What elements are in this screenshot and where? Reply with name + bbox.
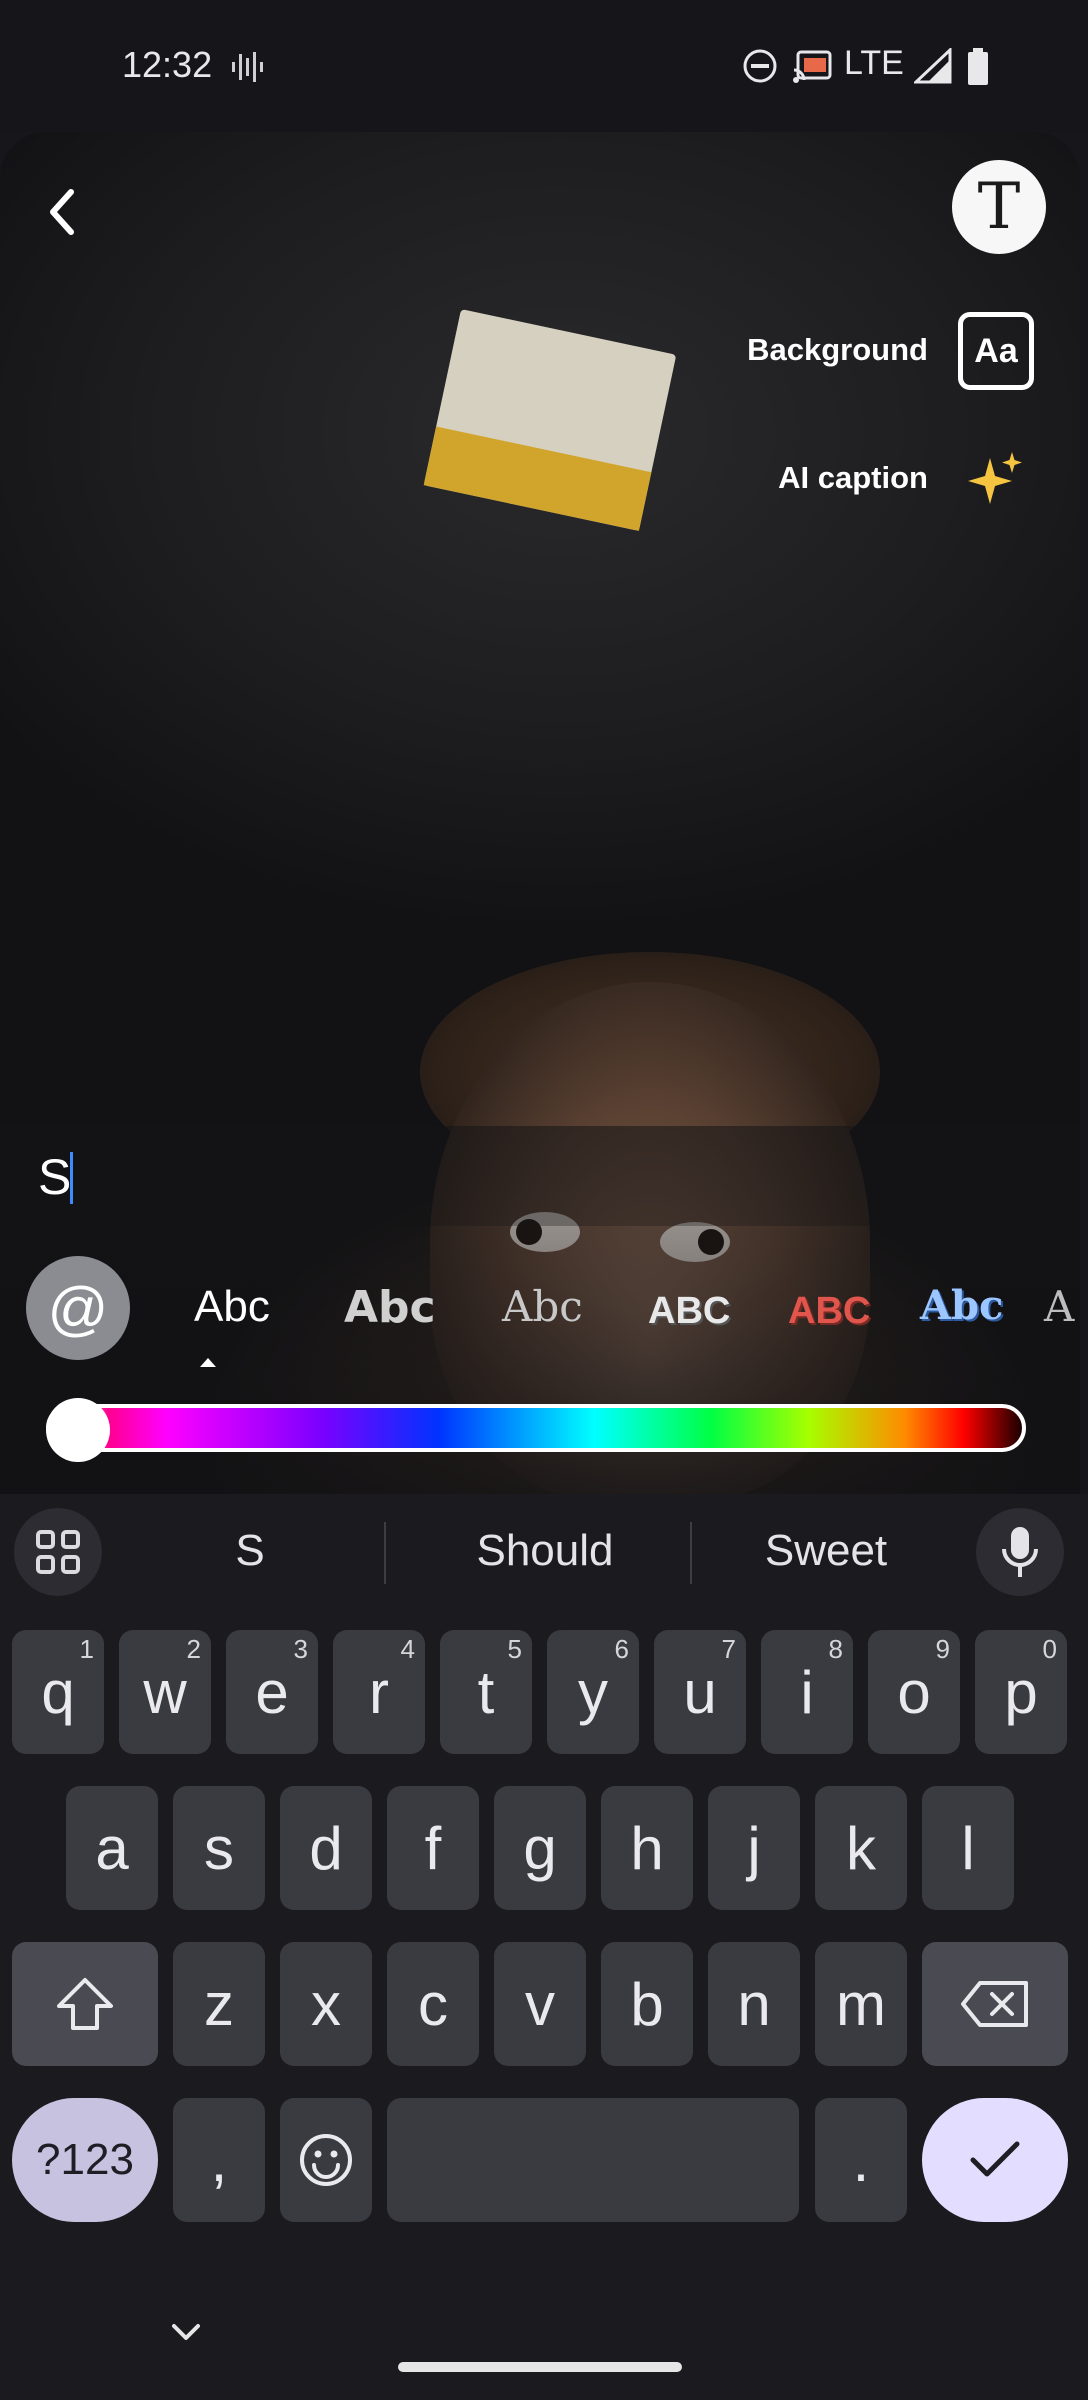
key-hint: 5 [507,1634,522,1664]
key-label: p [1004,1658,1038,1726]
key-hint: 8 [828,1634,843,1664]
comma-key[interactable]: , [173,2098,265,2222]
period-key[interactable]: . [815,2098,907,2222]
voice-waveform-icon [232,52,263,82]
key-d[interactable]: d [280,1786,372,1910]
color-slider-thumb[interactable] [46,1398,110,1462]
key-g[interactable]: g [494,1786,586,1910]
key-i[interactable]: i8 [761,1630,853,1754]
mention-button[interactable]: @ [26,1256,130,1360]
background-button[interactable]: Aa [958,312,1034,390]
status-time: 12:32 [122,44,213,85]
key-label: w [143,1658,187,1726]
font-option-classic[interactable]: Abc [194,1282,270,1332]
key-label: e [255,1658,289,1726]
key-label: r [369,1658,389,1726]
key-v[interactable]: v [494,1942,586,2066]
emoji-key[interactable] [280,2098,372,2222]
key-w[interactable]: w2 [119,1630,211,1754]
key-j[interactable]: j [708,1786,800,1910]
battery-icon [968,48,988,85]
key-l[interactable]: l [922,1786,1014,1910]
network-type: LTE [844,44,904,82]
hide-keyboard-icon[interactable] [170,2322,202,2344]
checkmark-icon [970,2141,1020,2177]
suggestion-divider [384,1522,386,1584]
sparkles-icon[interactable] [966,450,1026,510]
text-t-icon: T [977,170,1021,244]
suggestion-3[interactable]: Sweet [706,1526,946,1576]
font-option-outline[interactable]: ABC [648,1290,730,1333]
key-label: y [578,1658,608,1726]
do-not-disturb-icon [743,49,777,83]
key-hint: 6 [614,1634,629,1664]
key-label: u [683,1658,717,1726]
signal-icon [914,48,952,84]
key-a[interactable]: a [66,1786,158,1910]
key-hint: 0 [1042,1634,1057,1664]
key-hint: 7 [721,1634,736,1664]
chevron-left-icon [50,189,74,235]
key-hint: 2 [186,1634,201,1664]
key-f[interactable]: f [387,1786,479,1910]
enter-key[interactable] [922,2098,1068,2222]
shift-arrow-icon [57,1978,113,2030]
key-r[interactable]: r4 [333,1630,425,1754]
key-b[interactable]: b [601,1942,693,2066]
key-k[interactable]: k [815,1786,907,1910]
key-e[interactable]: e3 [226,1630,318,1754]
ai-caption-label[interactable]: AI caption [778,460,928,496]
microphone-icon [1002,1527,1038,1577]
key-m[interactable]: m [815,1942,907,2066]
key-c[interactable]: c [387,1942,479,2066]
key-s[interactable]: s [173,1786,265,1910]
key-hint: 4 [400,1634,415,1664]
space-key[interactable] [387,2098,799,2222]
key-o[interactable]: o9 [868,1630,960,1754]
text-style-button[interactable]: T [952,160,1046,254]
key-label: o [897,1658,931,1726]
key-hint: 1 [79,1634,94,1664]
key-t[interactable]: t5 [440,1630,532,1754]
suggestion-1[interactable]: S [180,1526,320,1576]
font-option-bold[interactable]: Abc [344,1282,436,1333]
key-hint: 9 [935,1634,950,1664]
back-button[interactable] [30,170,94,254]
caption-input[interactable]: S [38,1148,71,1206]
backspace-icon [961,1981,1028,2027]
key-q[interactable]: q1 [12,1630,104,1754]
home-gesture-bar[interactable] [398,2362,682,2372]
caption-input-bar[interactable] [0,1126,1080,1226]
font-option-more[interactable]: A [1044,1282,1074,1331]
key-u[interactable]: u7 [654,1630,746,1754]
emoji-icon [300,2134,352,2186]
font-option-gothic[interactable]: Abc [920,1282,1003,1329]
font-option-serif[interactable]: Abc [502,1282,583,1331]
key-y[interactable]: y6 [547,1630,639,1754]
key-label: t [477,1658,495,1726]
keyboard-menu-button[interactable] [14,1508,102,1596]
text-caret [70,1152,73,1204]
font-option-neon[interactable]: ABC [788,1290,870,1333]
shift-key[interactable] [12,1942,158,2066]
key-p[interactable]: p0 [975,1630,1067,1754]
key-label: i [800,1658,814,1726]
font-style-bar [0,1226,1080,1494]
voice-input-button[interactable] [976,1508,1064,1596]
color-slider[interactable] [46,1404,1026,1452]
backspace-key[interactable] [922,1942,1068,2066]
key-z[interactable]: z [173,1942,265,2066]
key-n[interactable]: n [708,1942,800,2066]
cast-icon [793,50,832,83]
background-label[interactable]: Background [747,332,928,368]
key-x[interactable]: x [280,1942,372,2066]
key-hint: 3 [293,1634,308,1664]
suggestion-divider [690,1522,692,1584]
suggestion-2[interactable]: Should [400,1526,690,1576]
key-h[interactable]: h [601,1786,693,1910]
selected-font-indicator [200,1358,216,1367]
key-label: q [41,1658,75,1726]
symbols-key[interactable]: ?123 [12,2098,158,2222]
grid-icon [36,1530,80,1574]
